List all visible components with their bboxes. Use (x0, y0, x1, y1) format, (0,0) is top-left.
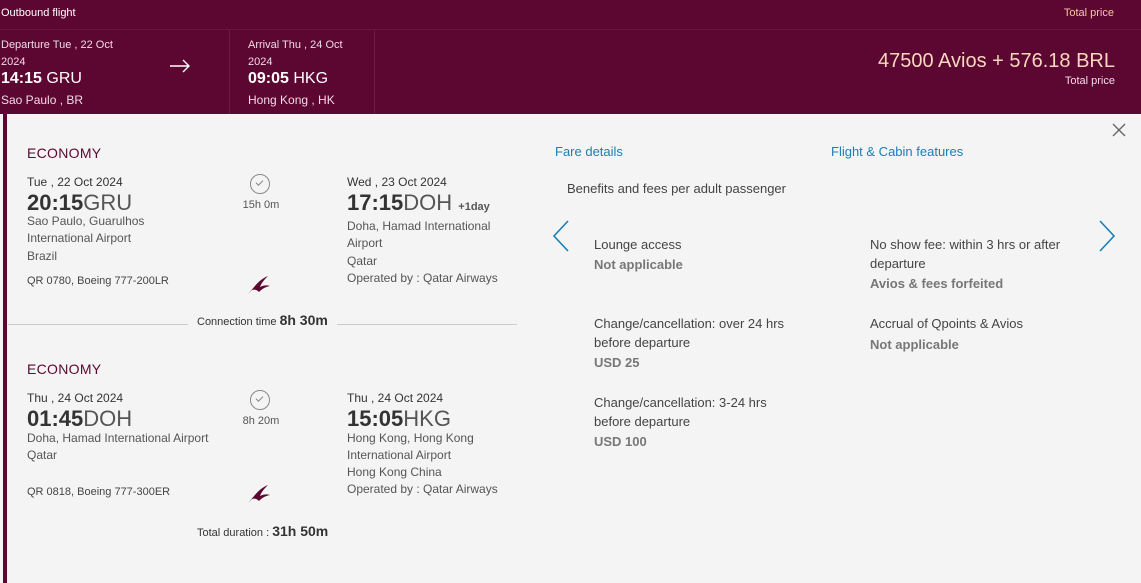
total-duration: Total duration : 31h 50m (197, 523, 328, 539)
header-title: Outbound flight (1, 7, 76, 19)
total-price-sub: Total price (1064, 75, 1115, 87)
segment-1-arr-country: Qatar (347, 254, 378, 268)
segment-2-flight-number: QR 0818, Boeing 777-300ER (27, 486, 171, 498)
connection-divider-left (8, 324, 188, 325)
segment-2-dep-country: Qatar (27, 448, 58, 462)
header-col-divider-2 (374, 30, 375, 114)
segment-1-arr-date: Wed , 23 Oct 2024 (347, 175, 447, 189)
connection-time: Connection time 8h 30m (197, 312, 328, 328)
fare-item-label: No show fee: within 3 hrs or after depar… (870, 237, 1061, 271)
departure-time-block: 14:15 GRU (1, 70, 82, 88)
fare-item-label: Change/cancellation: over 24 hrs before … (594, 316, 785, 350)
departure-label: Departure Tue , 22 Oct 2024 (1, 39, 113, 68)
arrival-label: Arrival Thu , 24 Oct 2024 (248, 39, 343, 68)
arrival-city: Hong Kong , HK (248, 93, 335, 107)
segment-1-plus-day: +1day (458, 201, 490, 213)
clock-icon (250, 174, 270, 194)
fare-item-value: USD 25 (594, 355, 640, 370)
fare-item-value: Not applicable (594, 257, 683, 272)
segment-1-operated-by: Operated by : Qatar Airways (347, 271, 498, 285)
arrow-right-icon (169, 59, 191, 78)
outbound-flight-header: Outbound flight Total price Departure Tu… (0, 0, 1141, 114)
benefits-title: Benefits and fees per adult passenger (567, 181, 786, 196)
total-price: 47500 Avios + 576.18 BRL (877, 50, 1115, 72)
panel-accent-bar (3, 114, 7, 583)
arrival-code: HKG (293, 70, 329, 87)
segment-1-arr-code: DOH (403, 190, 453, 215)
segment-1-arr-time: 17:15 (347, 190, 404, 215)
segment-2-arr-country: Hong Kong China (347, 465, 442, 479)
tab-fare-details[interactable]: Fare details (555, 144, 623, 159)
segment-1-dep-code: GRU (83, 190, 133, 215)
total-duration-value: 31h 50m (272, 523, 329, 539)
chevron-right-icon[interactable] (1097, 219, 1117, 258)
departure-city: Sao Paulo , BR (1, 93, 84, 107)
segment-2-cabin: ECONOMY (27, 361, 102, 377)
chevron-left-icon[interactable] (551, 219, 571, 258)
segment-2-arr-time-block: 15:05HKG (347, 406, 451, 432)
segment-1-cabin: ECONOMY (27, 145, 102, 161)
connection-time-label: Connection time (197, 316, 277, 328)
qatar-airways-logo-icon (246, 483, 272, 510)
fare-item-value: USD 100 (594, 434, 647, 449)
segment-1-dep-date: Tue , 22 Oct 2024 (27, 175, 123, 189)
segment-2-dep-code: DOH (83, 406, 133, 431)
departure-time: 14:15 (1, 70, 42, 87)
segment-2-arr-date: Thu , 24 Oct 2024 (347, 391, 444, 405)
segment-1-dep-airport: Sao Paulo, Guarulhos International Airpo… (27, 214, 145, 245)
segment-1-dep-time: 20:15 (27, 190, 84, 215)
close-icon[interactable] (1111, 122, 1127, 138)
segment-2-arr-time: 15:05 (347, 406, 404, 431)
segment-2-dep-time: 01:45 (27, 406, 84, 431)
arrival-time: 09:05 (248, 70, 289, 87)
fare-item-value: Not applicable (870, 337, 959, 352)
segment-2-operated-by: Operated by : Qatar Airways (347, 482, 498, 496)
total-price-label: Total price (1063, 7, 1114, 19)
segment-2-arr-code: HKG (403, 406, 451, 431)
clock-icon (250, 390, 270, 410)
segment-1-arr-airport: Doha, Hamad International Airport (347, 219, 491, 250)
segment-1-arr-time-block: 17:15DOH +1day (347, 190, 490, 216)
segment-2-duration: 8h 20m (242, 415, 280, 427)
fare-item-label: Accrual of Qpoints & Avios (870, 316, 1023, 331)
segment-1-dep-country: Brazil (27, 249, 58, 263)
total-duration-label: Total duration : (197, 527, 270, 539)
segment-2-dep-date: Thu , 24 Oct 2024 (27, 391, 124, 405)
segment-2-dep-airport: Doha, Hamad International Airport (27, 431, 209, 445)
segment-1-flight-number: QR 0780, Boeing 777-200LR (27, 275, 169, 287)
fare-item-label: Change/cancellation: 3-24 hrs before dep… (594, 395, 767, 429)
qatar-airways-logo-icon (246, 274, 272, 301)
tab-flight-cabin-features[interactable]: Flight & Cabin features (831, 144, 963, 159)
connection-time-value: 8h 30m (279, 312, 328, 328)
fare-item-label: Lounge access (594, 237, 682, 252)
segment-2-dep-time-block: 01:45DOH (27, 406, 132, 432)
segment-1-duration: 15h 0m (242, 199, 280, 211)
header-col-divider-1 (229, 30, 230, 114)
header-divider (0, 29, 1141, 30)
departure-code: GRU (46, 70, 82, 87)
segment-2-arr-airport: Hong Kong, Hong Kong International Airpo… (347, 431, 474, 462)
connection-divider-right (337, 324, 517, 325)
fare-item-value: Avios & fees forfeited (870, 276, 1004, 291)
arrival-time-block: 09:05 HKG (248, 70, 328, 88)
